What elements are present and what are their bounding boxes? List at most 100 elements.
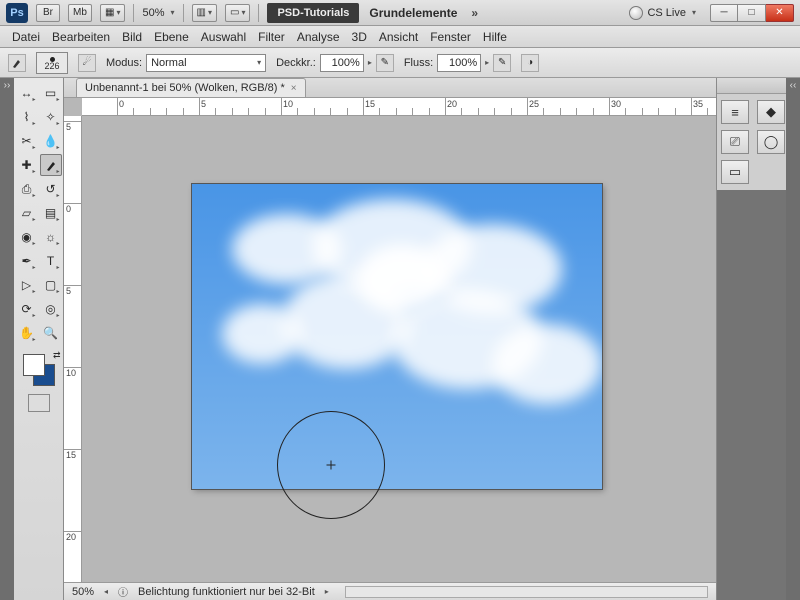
tool-eraser[interactable]: ▱▸ (16, 202, 38, 224)
tablet-pressure-toggle[interactable]: ◑ (521, 54, 539, 72)
left-dock-strip[interactable]: ›› (0, 78, 14, 600)
brush-preset-picker[interactable]: 226 (36, 52, 68, 74)
arrange-docs-dropdown[interactable]: ▥▾ (192, 4, 217, 22)
menu-ebene[interactable]: Ebene (154, 30, 189, 44)
swap-colors-icon[interactable]: ⇄ (53, 350, 61, 361)
bridge-button[interactable]: Br (36, 4, 60, 22)
menu-hilfe[interactable]: Hilfe (483, 30, 507, 44)
menu-bearbeiten[interactable]: Bearbeiten (52, 30, 110, 44)
ruler-h-label: 35 (693, 99, 703, 109)
document-tabs: Unbenannt-1 bei 50% (Wolken, RGB/8) * × (64, 78, 716, 98)
main-menubar: Datei Bearbeiten Bild Ebene Auswahl Filt… (0, 26, 800, 48)
active-tool-icon[interactable] (8, 54, 26, 72)
tool-hand[interactable]: ✋▸ (16, 322, 38, 344)
cs-live-icon (629, 6, 643, 20)
panel-adjustments-icon[interactable]: ≡ (721, 100, 749, 124)
foreground-swatch[interactable] (23, 354, 45, 376)
ruler-v-label: 0 (66, 204, 71, 214)
status-zoom[interactable]: 50% (72, 586, 94, 598)
flow-flyout-icon[interactable]: ▸ (485, 58, 489, 67)
panel-layers-icon[interactable]: ◆ (757, 100, 785, 124)
canvas-viewport[interactable] (82, 116, 716, 582)
cloud-paint (492, 324, 602, 404)
tool-move[interactable]: ↔▸ (16, 82, 38, 104)
tool-path-select[interactable]: ▷▸ (16, 274, 38, 296)
panel-styles-icon[interactable]: ⎚ (721, 130, 749, 154)
menu-ansicht[interactable]: Ansicht (379, 30, 418, 44)
tool-3d-rotate[interactable]: ⟳▸ (16, 298, 38, 320)
ruler-h-label: 5 (201, 99, 206, 109)
menu-filter[interactable]: Filter (258, 30, 285, 44)
document-tab-active[interactable]: Unbenannt-1 bei 50% (Wolken, RGB/8) * × (76, 78, 306, 97)
status-bar: 50% ◂ ⓘ Belichtung funktioniert nur bei … (64, 582, 716, 600)
menu-bild[interactable]: Bild (122, 30, 142, 44)
more-workspaces-icon[interactable]: » (471, 6, 478, 20)
ruler-v-label: 15 (66, 450, 76, 460)
blend-mode-select[interactable]: Normal ▾ (146, 54, 266, 72)
crosshair-icon (327, 461, 336, 470)
document-canvas[interactable] (192, 184, 602, 489)
tool-options-bar: 226 ☄ Modus: Normal ▾ Deckkr.: 100% ▸ ✎ … (0, 48, 800, 78)
right-panel-header[interactable] (717, 78, 786, 94)
panel-paths-icon[interactable]: ▭ (721, 160, 749, 184)
flow-input[interactable]: 100% (437, 54, 481, 72)
titlebar-zoom-value[interactable]: 50% (142, 7, 164, 19)
ruler-h-label: 30 (611, 99, 621, 109)
tool-rect-marquee[interactable]: ▭▸ (40, 82, 62, 104)
tool-blur[interactable]: ◉▸ (16, 226, 38, 248)
color-swatches[interactable]: ⇄ (21, 352, 57, 388)
brush-panel-toggle[interactable]: ☄ (78, 54, 96, 72)
ruler-v-label: 10 (66, 368, 76, 378)
menu-fenster[interactable]: Fenster (430, 30, 471, 44)
maximize-button[interactable]: □ (738, 4, 766, 22)
workspace: ›› ↔▸ ▭▸ ⌇▸ ✧▸ ✂▸ 💧▸ ✚▸ ▸ ⎙▸ ↺▸ ▱▸ ▤▸ ◉▸… (0, 78, 800, 600)
tool-clone-stamp[interactable]: ⎙▸ (16, 178, 38, 200)
panel-channels-icon[interactable]: ◯ (757, 130, 785, 154)
tool-spot-heal[interactable]: ✚▸ (16, 154, 38, 176)
menu-auswahl[interactable]: Auswahl (201, 30, 246, 44)
right-dock-strip[interactable]: ‹‹ (786, 78, 800, 600)
ruler-v-label: 5 (66, 122, 71, 132)
tool-lasso[interactable]: ⌇▸ (16, 106, 38, 128)
status-flyout-right-icon[interactable]: ▸ (325, 587, 329, 596)
ruler-vertical[interactable]: 505101520 (64, 116, 82, 582)
tool-pen[interactable]: ✒▸ (16, 250, 38, 272)
tool-dodge[interactable]: ☼▸ (40, 226, 62, 248)
menu-analyse[interactable]: Analyse (297, 30, 340, 44)
tool-eyedropper[interactable]: 💧▸ (40, 130, 62, 152)
workspace-tab-secondary[interactable]: Grundelemente (369, 6, 457, 20)
close-tab-icon[interactable]: × (291, 83, 297, 94)
chevron-down-icon: ▾ (692, 8, 696, 17)
close-button[interactable]: ✕ (766, 4, 794, 22)
brush-cursor-outline (277, 411, 385, 519)
ruler-h-label: 20 (447, 99, 457, 109)
tool-3d-orbit[interactable]: ◎▸ (40, 298, 62, 320)
cs-live-button[interactable]: CS Live ▾ (629, 6, 696, 20)
opacity-flyout-icon[interactable]: ▸ (368, 58, 372, 67)
view-extras-dropdown[interactable]: ▦▾ (100, 4, 125, 22)
tool-gradient[interactable]: ▤▸ (40, 202, 62, 224)
status-flyout-left-icon[interactable]: ◂ (104, 587, 108, 596)
tool-brush[interactable]: ▸ (40, 154, 62, 176)
airbrush-toggle[interactable]: ✎ (493, 54, 511, 72)
workspace-tab-active[interactable]: PSD-Tutorials (267, 3, 359, 23)
opacity-pressure-toggle[interactable]: ✎ (376, 54, 394, 72)
document-area: Unbenannt-1 bei 50% (Wolken, RGB/8) * × … (64, 78, 716, 600)
tool-rectangle-shape[interactable]: ▢▸ (40, 274, 62, 296)
chevron-down-icon[interactable]: ▾ (171, 8, 175, 17)
cs-live-label: CS Live (647, 7, 686, 19)
screen-mode-dropdown[interactable]: ▭▾ (225, 4, 250, 22)
quick-mask-toggle[interactable] (28, 394, 50, 412)
tool-type[interactable]: T▸ (40, 250, 62, 272)
tool-zoom[interactable]: 🔍 (40, 322, 62, 344)
horizontal-scrollbar[interactable] (345, 586, 708, 598)
tool-magic-wand[interactable]: ✧▸ (40, 106, 62, 128)
ruler-horizontal[interactable]: 05101520253035 (82, 98, 716, 116)
minibridge-button[interactable]: Mb (68, 4, 92, 22)
tool-history-brush[interactable]: ↺▸ (40, 178, 62, 200)
tool-crop[interactable]: ✂▸ (16, 130, 38, 152)
opacity-input[interactable]: 100% (320, 54, 364, 72)
menu-datei[interactable]: Datei (12, 30, 40, 44)
menu-3d[interactable]: 3D (352, 30, 367, 44)
minimize-button[interactable]: ─ (710, 4, 738, 22)
